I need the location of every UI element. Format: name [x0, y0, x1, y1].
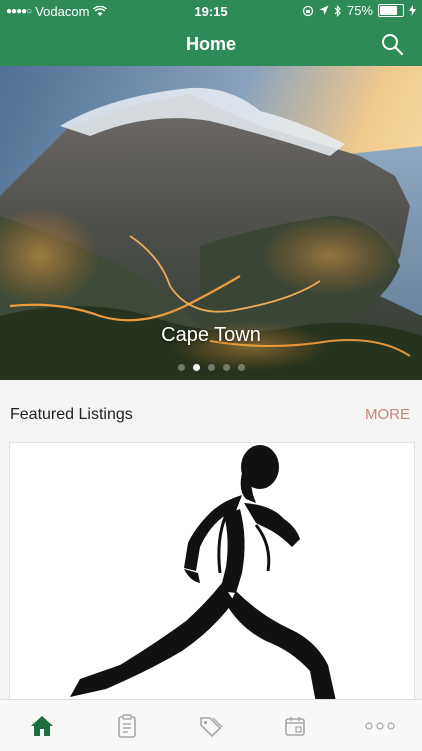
carousel-dot[interactable] — [192, 364, 200, 371]
home-icon — [31, 715, 54, 736]
tab-home[interactable] — [22, 709, 62, 743]
carousel-dot[interactable] — [207, 364, 215, 371]
battery-percent: 75% — [346, 3, 373, 18]
status-bar: ●●●●○ Vodacom 19:15 75% — [0, 0, 422, 22]
tab-listings[interactable] — [107, 709, 147, 743]
runner-silhouette-image — [70, 445, 336, 703]
navigation-bar: Home — [0, 22, 422, 66]
carousel-page-indicator[interactable] — [0, 364, 422, 371]
tags-icon — [200, 716, 223, 737]
tab-bar — [0, 699, 422, 751]
tab-more[interactable] — [360, 709, 400, 743]
battery-icon — [378, 4, 404, 17]
tab-events[interactable] — [275, 709, 315, 743]
location-icon — [319, 5, 329, 15]
hero-caption: Cape Town — [161, 324, 261, 346]
more-dots-icon — [365, 721, 395, 730]
charging-icon — [409, 5, 416, 16]
calendar-icon — [285, 716, 306, 736]
section-title: Featured Listings — [10, 406, 133, 423]
clipboard-icon — [117, 713, 136, 738]
page-title: Home — [185, 34, 236, 54]
more-link[interactable]: MORE — [365, 406, 410, 423]
carousel-dot[interactable] — [177, 364, 185, 371]
rotation-lock-icon — [302, 5, 314, 16]
search-icon[interactable] — [380, 32, 404, 56]
bluetooth-icon — [334, 4, 341, 17]
featured-listings-header: Featured Listings MORE — [0, 392, 422, 436]
carousel-dot[interactable] — [237, 364, 245, 371]
tab-deals[interactable] — [191, 709, 231, 743]
carousel-dot[interactable] — [222, 364, 230, 371]
hero-carousel[interactable]: Cape Town — [0, 66, 422, 380]
listing-card[interactable] — [9, 442, 415, 704]
